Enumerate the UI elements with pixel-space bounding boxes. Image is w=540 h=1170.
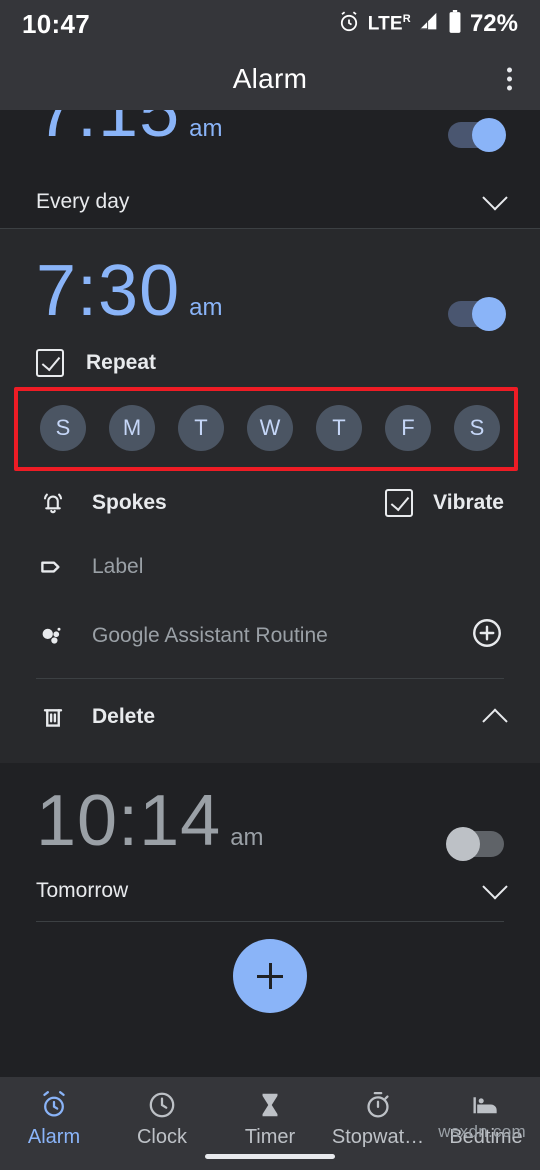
alarm-enable-toggle[interactable] (446, 827, 504, 861)
vibrate-checkbox[interactable] (385, 489, 414, 517)
ringtone-name: Spokes (92, 491, 167, 514)
alarm-time-value: 7:30 (36, 251, 181, 331)
delete-label: Delete (92, 705, 156, 728)
tab-clock[interactable]: Clock (108, 1089, 216, 1149)
alarm-time-meridiem: am (189, 115, 223, 142)
more-vert-icon[interactable] (499, 60, 520, 99)
alarm-item-collapsed[interactable]: 10:14 am Tomorrow (0, 763, 540, 922)
tab-stopwatch[interactable]: Stopwat… (324, 1089, 432, 1149)
alarm-time-meridiem: am (230, 824, 264, 851)
alarm-time-meridiem: am (189, 294, 223, 321)
battery-percent: 72% (469, 10, 518, 37)
home-indicator[interactable] (205, 1154, 335, 1159)
alarm-item-collapsed[interactable]: 7:15 am Every day (0, 110, 540, 228)
phone-screen: 10:47 LTER 72% Alarm 7:15 am Every day 7… (0, 0, 540, 1170)
google-assistant-icon (36, 621, 70, 651)
watermark: wsxdn.com (438, 1122, 526, 1141)
repeat-checkbox[interactable] (36, 349, 64, 377)
vibrate-label: Vibrate (433, 491, 504, 514)
day-sunday[interactable]: S (40, 405, 86, 451)
tag-icon (36, 552, 70, 582)
alarm-icon (38, 1089, 70, 1121)
plus-circle-icon[interactable] (470, 616, 504, 655)
status-bar: 10:47 LTER 72% (0, 0, 540, 48)
day-wednesday[interactable]: W (247, 405, 293, 451)
status-clock: 10:47 (22, 8, 90, 39)
alarm-time[interactable]: 7:15 am (36, 110, 222, 148)
ringtone-picker[interactable]: Spokes (36, 488, 167, 518)
clock-icon (146, 1089, 178, 1121)
repeat-row[interactable]: Repeat (36, 327, 504, 383)
signal-bars-icon (418, 11, 440, 38)
network-type-label: LTER (367, 12, 411, 35)
stopwatch-icon (362, 1089, 394, 1121)
label-row[interactable]: Label (36, 535, 504, 599)
tab-clock-label: Clock (136, 1126, 187, 1148)
section-divider (36, 678, 504, 679)
battery-icon (447, 9, 463, 39)
assistant-routine-row[interactable]: Google Assistant Routine (36, 599, 504, 672)
delete-row[interactable]: Delete (36, 685, 508, 749)
vibrate-toggle-row[interactable]: Vibrate (385, 489, 504, 517)
list-divider (36, 921, 504, 922)
alarm-time-value: 10:14 (36, 781, 222, 861)
alarm-list: 7:15 am Every day 7:30 am Repeat S M T W… (0, 110, 540, 922)
chevron-down-icon[interactable] (482, 874, 508, 900)
day-friday[interactable]: F (385, 405, 431, 451)
tab-timer[interactable]: Timer (216, 1089, 324, 1149)
tab-alarm[interactable]: Alarm (0, 1089, 108, 1149)
chevron-down-icon[interactable] (482, 185, 508, 211)
assistant-routine-label: Google Assistant Routine (92, 623, 328, 647)
day-tuesday[interactable]: T (178, 405, 224, 451)
day-monday[interactable]: M (109, 405, 155, 451)
tab-stopwatch-label: Stopwat… (331, 1126, 425, 1148)
status-icons: LTER 72% (337, 9, 518, 39)
hourglass-icon (254, 1089, 286, 1121)
repeat-label: Repeat (86, 351, 157, 374)
trash-icon (36, 702, 70, 732)
fab-area (0, 922, 540, 1030)
alarm-time-value: 7:15 (36, 110, 181, 152)
alarm-schedule-label: Tomorrow (36, 879, 129, 902)
bell-ring-icon (36, 488, 70, 518)
alarm-enable-toggle[interactable] (448, 118, 506, 152)
alarm-clock-icon (337, 10, 361, 39)
app-bar: Alarm (0, 48, 540, 110)
tab-alarm-label: Alarm (27, 1126, 81, 1148)
tab-timer-label: Timer (244, 1126, 296, 1148)
alarm-time[interactable]: 10:14 am (36, 785, 264, 857)
chevron-up-icon[interactable] (482, 708, 508, 734)
ringtone-vibrate-row: Spokes Vibrate (36, 471, 504, 535)
day-selector: S M T W T F S (36, 397, 504, 459)
plus-icon (257, 963, 283, 989)
alarm-item-expanded: 7:30 am Repeat S M T W T F S Spokes Vibr… (0, 229, 540, 763)
page-title: Alarm (232, 63, 308, 94)
alarm-time[interactable]: 7:30 am (36, 255, 222, 327)
day-thursday[interactable]: T (316, 405, 362, 451)
add-alarm-fab[interactable] (233, 939, 307, 1013)
day-saturday[interactable]: S (454, 405, 500, 451)
label-input[interactable]: Label (92, 555, 143, 579)
alarm-enable-toggle[interactable] (448, 297, 506, 331)
bed-icon (470, 1089, 502, 1121)
day-selector-wrap: S M T W T F S (14, 383, 518, 471)
alarm-schedule-label: Every day (36, 190, 130, 213)
